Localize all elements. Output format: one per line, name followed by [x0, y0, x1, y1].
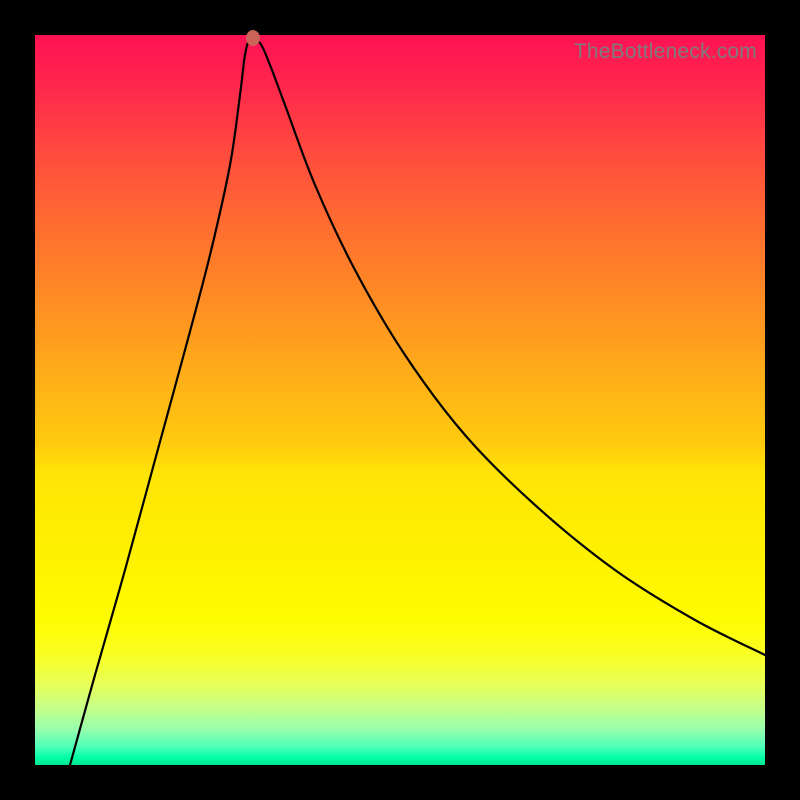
curve-layer [35, 35, 765, 765]
optimal-point-marker [246, 30, 260, 46]
bottleneck-curve [70, 39, 765, 765]
watermark-text: TheBottleneck.com [574, 40, 757, 64]
chart-canvas: TheBottleneck.com [35, 35, 765, 765]
